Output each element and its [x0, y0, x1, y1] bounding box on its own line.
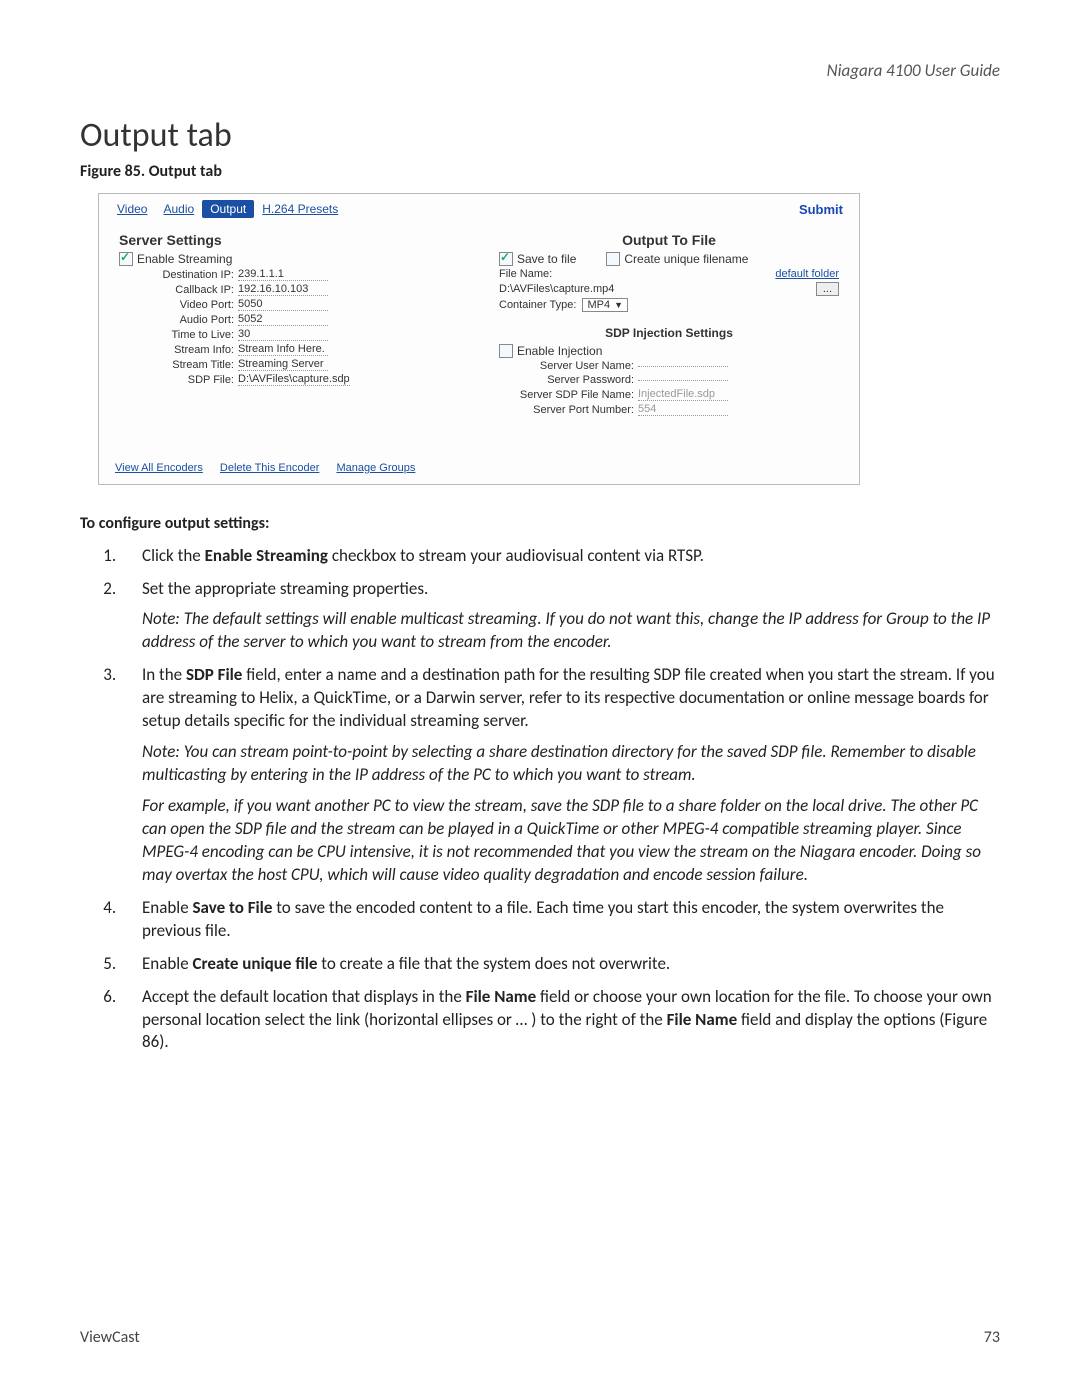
callback-ip-field[interactable]: 192.16.10.103	[238, 283, 328, 296]
stream-title-field[interactable]: Streaming Server	[238, 358, 328, 371]
server-settings-heading: Server Settings	[119, 232, 459, 248]
step-1: Click the Enable Streaming checkbox to s…	[120, 545, 1000, 568]
save-to-file-label: Save to file	[517, 252, 576, 266]
output-tab-screenshot: Video Audio Output H.264 Presets Submit …	[98, 193, 860, 485]
header-guide: Niagara 4100 User Guide	[80, 60, 1000, 81]
sdp-file-label: SDP File:	[119, 374, 238, 386]
delete-encoder-link[interactable]: Delete This Encoder	[220, 462, 319, 474]
server-password-field[interactable]	[638, 380, 728, 381]
server-sdp-name-field[interactable]: InjectedFile.sdp	[638, 388, 728, 401]
chevron-down-icon: ▼	[614, 300, 623, 310]
container-type-select[interactable]: MP4 ▼	[582, 298, 628, 312]
callback-ip-label: Callback IP:	[119, 284, 238, 296]
step-4: Enable Save to File to save the encoded …	[120, 897, 1000, 943]
manage-groups-link[interactable]: Manage Groups	[336, 462, 415, 474]
default-folder-link[interactable]: default folder	[775, 268, 839, 280]
file-name-label: File Name:	[499, 268, 552, 280]
step-2-note: Note: The default settings will enable m…	[142, 608, 1000, 654]
video-port-label: Video Port:	[119, 299, 238, 311]
enable-injection-checkbox[interactable]	[499, 344, 513, 358]
step-3-note-1: Note: You can stream point-to-point by s…	[142, 741, 1000, 787]
dest-ip-field[interactable]: 239.1.1.1	[238, 268, 328, 281]
container-type-label: Container Type:	[499, 299, 576, 311]
dest-ip-label: Destination IP:	[119, 269, 238, 281]
audio-port-field[interactable]: 5052	[238, 313, 328, 326]
step-5: Enable Create unique file to create a fi…	[120, 953, 1000, 976]
stream-info-label: Stream Info:	[119, 344, 238, 356]
audio-port-label: Audio Port:	[119, 314, 238, 326]
server-user-field[interactable]	[638, 366, 728, 367]
create-unique-label: Create unique filename	[624, 252, 748, 266]
ttl-label: Time to Live:	[119, 329, 238, 341]
ttl-field[interactable]: 30	[238, 328, 328, 341]
step-2: Set the appropriate streaming properties…	[120, 578, 1000, 655]
sdp-file-field[interactable]: D:\AVFiles\capture.sdp	[238, 373, 350, 386]
sdp-injection-heading: SDP Injection Settings	[499, 326, 839, 340]
server-sdp-name-label: Server SDP File Name:	[499, 389, 638, 401]
instructions: To configure output settings: Click the …	[80, 513, 1000, 1054]
browse-button[interactable]: ...	[816, 282, 839, 296]
enable-injection-label: Enable Injection	[517, 344, 602, 358]
submit-button[interactable]: Submit	[799, 202, 849, 217]
output-to-file-heading: Output To File	[499, 232, 839, 248]
server-password-label: Server Password:	[499, 374, 638, 386]
video-port-field[interactable]: 5050	[238, 298, 328, 311]
instructions-lead: To configure output settings:	[80, 513, 1000, 535]
server-port-label: Server Port Number:	[499, 404, 638, 416]
step-3: In the SDP File field, enter a name and …	[120, 664, 1000, 886]
footer-page-number: 73	[984, 1328, 1000, 1347]
stream-info-field[interactable]: Stream Info Here.	[238, 343, 328, 356]
tab-output[interactable]: Output	[202, 200, 254, 218]
save-to-file-checkbox[interactable]	[499, 252, 513, 266]
tab-video[interactable]: Video	[109, 200, 155, 218]
tab-audio[interactable]: Audio	[155, 200, 202, 218]
page-title: Output tab	[80, 115, 1000, 156]
file-name-value: D:\AVFiles\capture.mp4	[499, 283, 810, 295]
container-type-value: MP4	[587, 299, 610, 311]
step-6: Accept the default location that display…	[120, 986, 1000, 1055]
enable-streaming-label: Enable Streaming	[137, 252, 232, 266]
server-port-field[interactable]: 554	[638, 403, 728, 416]
view-all-encoders-link[interactable]: View All Encoders	[115, 462, 203, 474]
step-3-note-2: For example, if you want another PC to v…	[142, 795, 1000, 887]
server-user-label: Server User Name:	[499, 360, 638, 372]
create-unique-checkbox[interactable]	[606, 252, 620, 266]
figure-caption: Figure 85. Output tab	[80, 162, 1000, 181]
footer-brand: ViewCast	[80, 1328, 140, 1347]
stream-title-label: Stream Title:	[119, 359, 238, 371]
tab-h264-presets[interactable]: H.264 Presets	[254, 200, 346, 218]
enable-streaming-checkbox[interactable]	[119, 252, 133, 266]
